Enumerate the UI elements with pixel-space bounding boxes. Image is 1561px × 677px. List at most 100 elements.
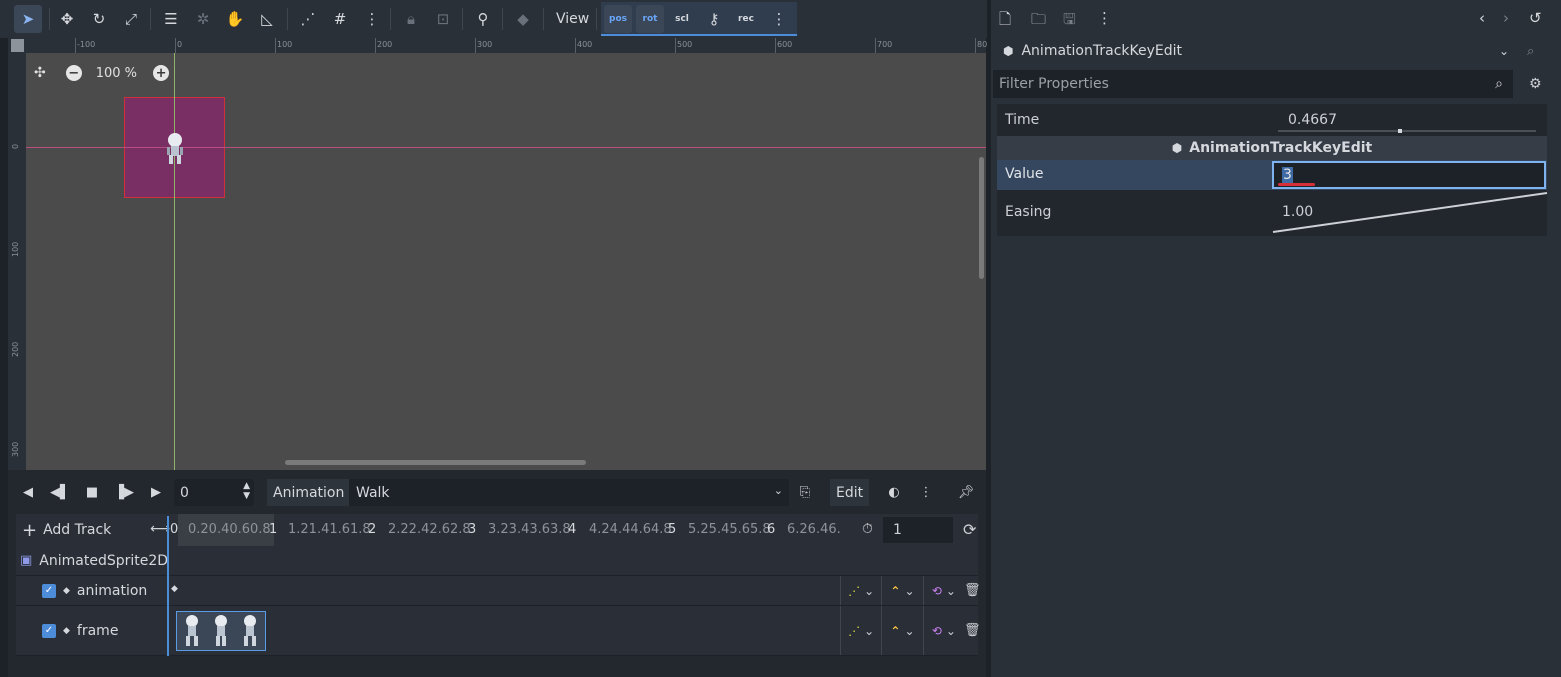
center-view-icon[interactable]: ✣ <box>34 65 46 81</box>
grid-snap-icon[interactable]: # <box>326 5 354 33</box>
play-backwards-icon[interactable]: ◀▌ <box>50 481 70 503</box>
character-sprite[interactable] <box>164 132 186 166</box>
chevron-down-icon: ⌄ <box>864 623 875 638</box>
auto-key-button[interactable]: rec <box>732 5 760 33</box>
ruler-mode-icon[interactable]: ◺ <box>253 5 281 33</box>
key-position-button[interactable]: pos <box>604 5 632 33</box>
frame-thumbnail[interactable] <box>183 614 201 648</box>
move-mode-icon[interactable]: ✥ <box>53 5 81 33</box>
frame-thumbnail[interactable] <box>241 614 259 648</box>
update-mode-dropdown[interactable]: ⋰ ⌄ <box>840 606 881 655</box>
history-back-icon[interactable]: ‹ <box>1479 9 1485 27</box>
pan-mode-icon[interactable]: ✋ <box>221 5 249 33</box>
stop-icon[interactable]: ■ <box>82 481 102 503</box>
scale-mode-icon[interactable]: ⤢ <box>117 5 145 33</box>
frame-thumbnail[interactable] <box>212 614 230 648</box>
animation-length-field[interactable]: 1 <box>883 517 953 543</box>
filter-properties-input[interactable]: Filter Properties ⌕ <box>993 70 1513 98</box>
animation-selector[interactable]: Walk ⌄ <box>349 479 789 506</box>
ruler-corner <box>8 38 26 53</box>
spin-arrows-icon[interactable]: ▲ ▼ <box>243 481 250 501</box>
current-time-spinbox[interactable]: 0 ▲ ▼ <box>174 479 254 506</box>
play-icon[interactable]: ▐▶ <box>114 481 134 503</box>
rotate-mode-icon[interactable]: ↻ <box>85 5 113 33</box>
interpolation-dropdown[interactable]: ⌃ ⌄ <box>881 606 922 655</box>
camera-override-icon[interactable]: ◆ <box>509 5 537 33</box>
canvas-viewport[interactable]: -100 0 100 200 300 400 500 600 700 80 0 … <box>8 38 987 470</box>
frame-keyframes[interactable] <box>176 611 266 651</box>
onion-options-icon[interactable]: ⋮ <box>916 481 936 503</box>
play-from-start-icon[interactable]: ▶ <box>146 481 166 503</box>
rot-label: rot <box>642 14 658 24</box>
loop-wrap-icon: ⟲ <box>931 583 942 598</box>
update-mode-dropdown[interactable]: ⋰ ⌄ <box>840 576 881 605</box>
edit-menu-button[interactable]: Edit <box>830 479 870 506</box>
vertical-scrollbar[interactable] <box>979 157 984 279</box>
time-slider-grabber[interactable] <box>1398 129 1402 133</box>
interpolation-dropdown[interactable]: ⌃ ⌄ <box>881 576 922 605</box>
track-enabled-checkbox[interactable]: ✓ <box>42 583 56 598</box>
trash-icon[interactable]: 🗑︎ <box>964 583 981 598</box>
object-icon: ⬢ <box>1003 44 1014 58</box>
horizontal-scrollbar[interactable] <box>285 460 586 465</box>
play-backwards-from-end-icon[interactable]: ◀ <box>18 481 38 503</box>
time-property[interactable]: Time 0.4667 <box>997 106 1547 134</box>
add-track-button[interactable]: + Add Track <box>22 514 111 546</box>
time-slider[interactable] <box>1278 129 1536 133</box>
history-forward-icon[interactable]: › <box>1503 9 1509 27</box>
selected-animation: Walk <box>356 484 390 501</box>
smart-snap-icon[interactable]: ⋰ <box>294 5 322 33</box>
open-folder-icon[interactable]: 🗀︎ <box>1031 9 1046 34</box>
keyframe-diamond-icon[interactable]: ◆ <box>171 584 178 594</box>
onion-skin-icon[interactable]: ◐ <box>884 481 904 503</box>
key-options-icon[interactable]: ⋮ <box>765 5 793 33</box>
key-rotation-button[interactable]: rot <box>636 5 664 33</box>
timeline-label: 2 <box>368 522 377 537</box>
save-icon[interactable]: 🖫︎ <box>1063 9 1076 34</box>
scl-label: scl <box>675 14 689 24</box>
chevron-down-icon: ⌄ <box>945 583 956 598</box>
value-property[interactable]: Value 3 <box>997 160 1547 190</box>
docs-icon[interactable]: ⌕ <box>1527 44 1534 59</box>
scene-canvas[interactable]: ✣ − 100 % + <box>26 53 986 470</box>
pivot-mode-icon[interactable]: ✲ <box>189 5 217 33</box>
loop-mode-dropdown[interactable]: ⟲ ⌄ <box>922 576 964 605</box>
bone-icon[interactable]: ⚲ <box>469 5 497 33</box>
value-input[interactable]: 3 <box>1272 161 1546 189</box>
more-options-icon[interactable]: ⋮ <box>1097 9 1112 27</box>
history-icon[interactable]: ↺ <box>1529 9 1542 27</box>
zoom-in-icon[interactable]: + <box>153 65 170 81</box>
group-icon[interactable]: ⊡ <box>429 5 457 33</box>
property-list: Time 0.4667 ⬢ AnimationTrackKeyEdit Valu… <box>997 104 1549 236</box>
timeline-label: 5 <box>668 522 677 537</box>
zoom-level[interactable]: 100 % <box>96 66 137 81</box>
add-track-label: Add Track <box>43 522 112 538</box>
snap-options-icon[interactable]: ⋮ <box>358 5 386 33</box>
list-select-icon[interactable]: ☰ <box>157 5 185 33</box>
timeline-label: 4.24.44.64.8 <box>589 522 672 537</box>
track-controls: ⋰ ⌄ ⌃ ⌄ ⟲ ⌄ 🗑︎ <box>840 606 981 655</box>
loop-icon[interactable]: ⟳ <box>963 520 976 539</box>
zoom-out-icon[interactable]: − <box>65 65 82 81</box>
select-mode-icon[interactable]: ➤ <box>14 5 42 33</box>
object-selector[interactable]: ⬢ AnimationTrackKeyEdit ⌄ <box>995 38 1515 64</box>
animation-menu-button[interactable]: Animation <box>267 479 351 506</box>
trash-icon[interactable]: 🗑︎ <box>964 623 981 638</box>
track-enabled-checkbox[interactable]: ✓ <box>42 623 56 638</box>
pin-icon[interactable]: 📌︎ <box>956 481 976 503</box>
track-row[interactable]: ✓ ◆ animation ◆ ⋰ ⌄ ⌃ ⌄ ⟲ ⌄ 🗑︎ <box>16 576 981 606</box>
property-settings-icon[interactable]: ⚙ <box>1529 76 1542 92</box>
value-text: 3 <box>1282 167 1293 183</box>
track-row[interactable]: ✓ ◆ frame ⋰ ⌄ ⌃ ⌄ ⟲ ⌄ 🗑︎ <box>16 606 981 656</box>
edit-animation-icon[interactable]: ⎘ <box>794 481 816 503</box>
lock-icon[interactable]: 🔒︎ <box>397 5 425 33</box>
key-scale-button[interactable]: scl <box>668 5 696 33</box>
playhead[interactable] <box>167 516 169 656</box>
time-value[interactable]: 0.4667 <box>1288 112 1337 128</box>
easing-curve[interactable] <box>1271 190 1549 236</box>
view-menu-button[interactable]: View <box>548 5 597 33</box>
insert-key-icon[interactable]: ⚷ <box>700 5 728 33</box>
loop-mode-dropdown[interactable]: ⟲ ⌄ <box>922 606 964 655</box>
timeline-ruler[interactable]: 0 0.20.40.60.8 1 1.21.41.61.8 2 2.22.42.… <box>168 514 841 546</box>
new-resource-icon[interactable]: 🗋︎ <box>999 9 1011 34</box>
